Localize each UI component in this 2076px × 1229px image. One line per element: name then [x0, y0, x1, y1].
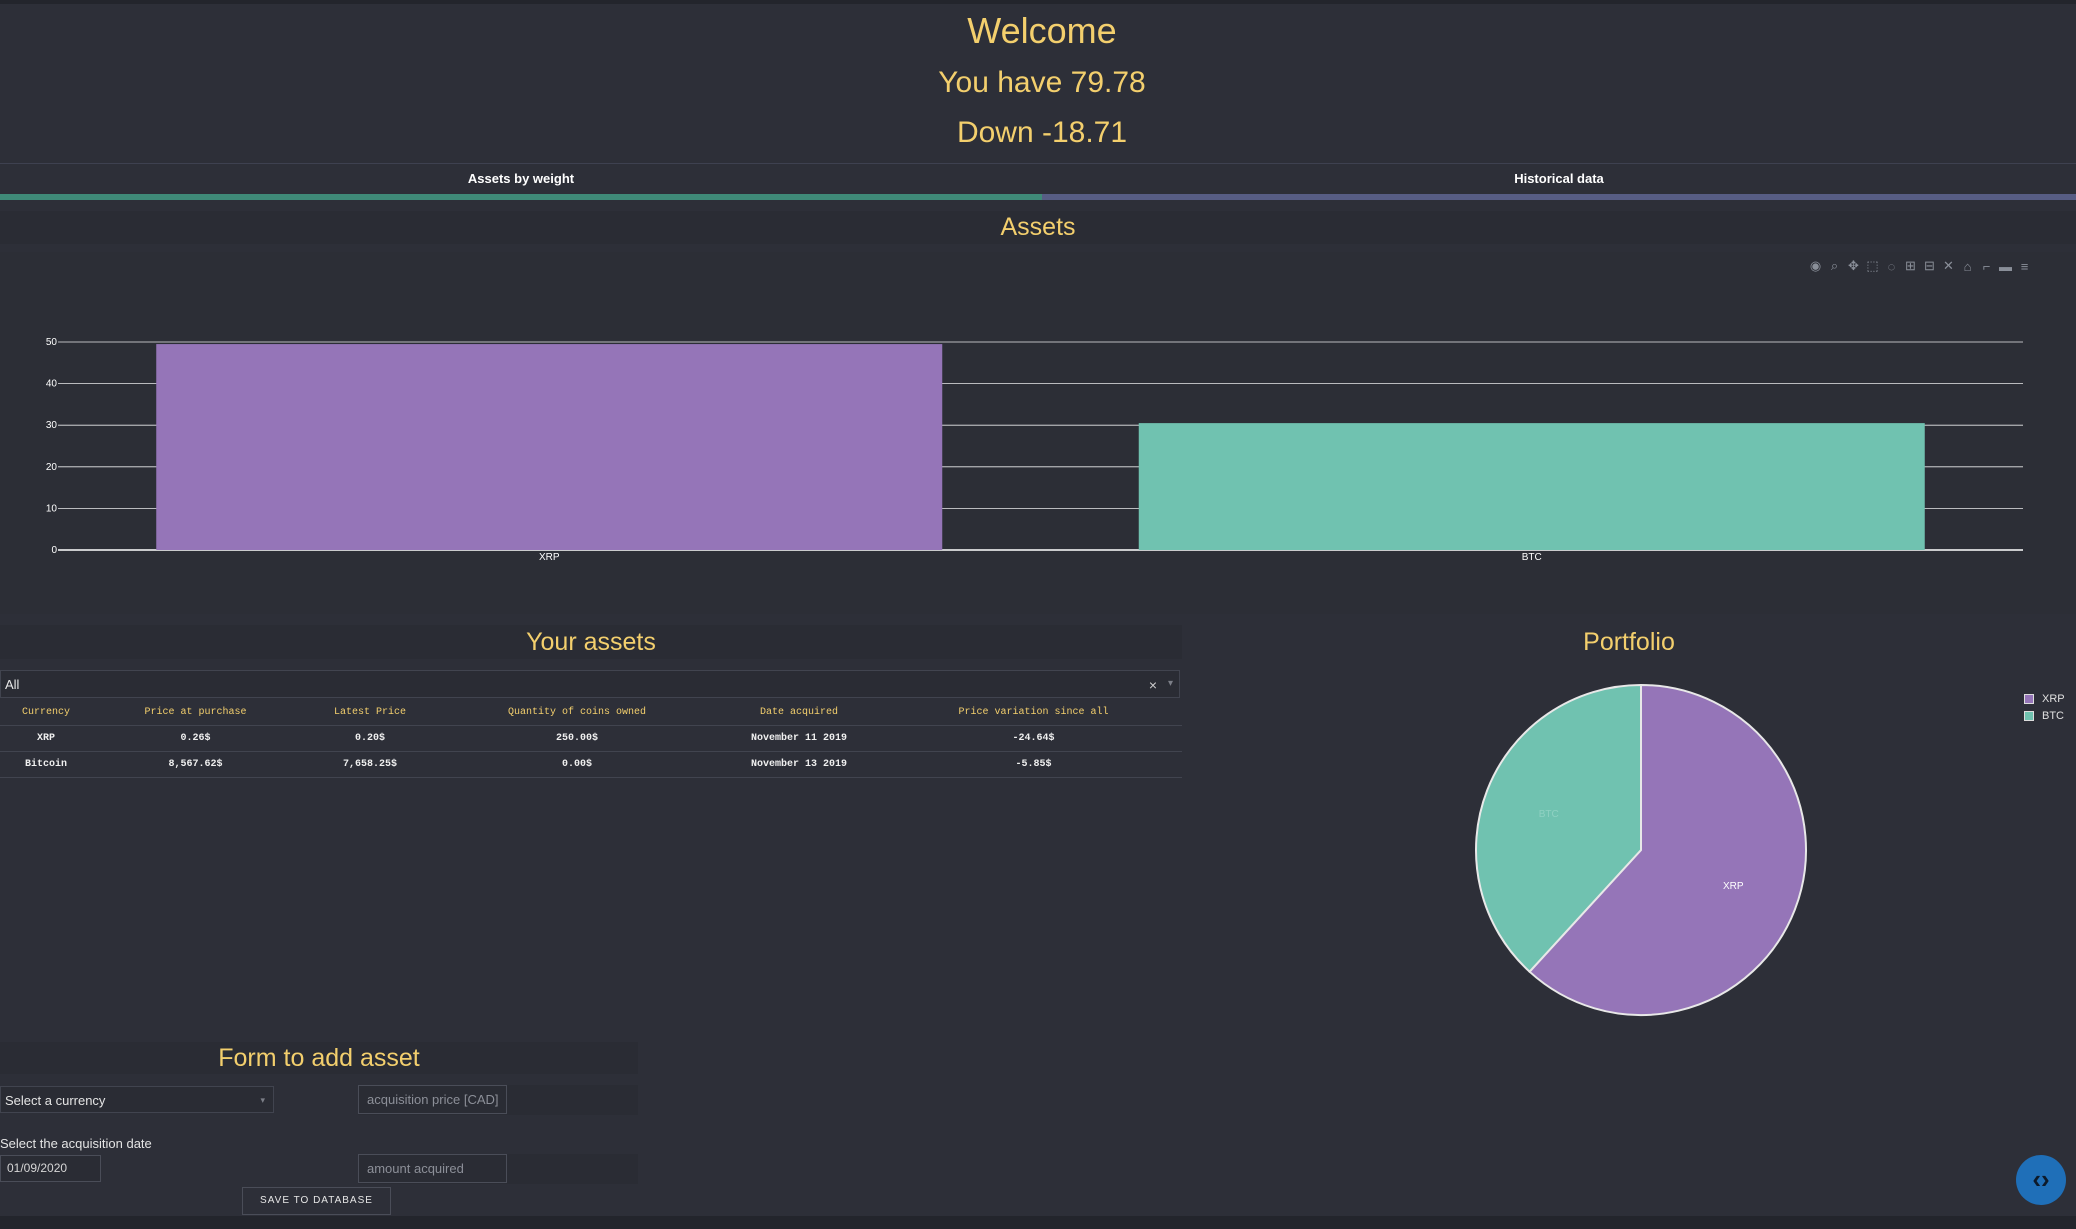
camera-icon[interactable]: ◉ — [1808, 258, 1823, 274]
home-icon[interactable]: ⌂ — [1960, 259, 1975, 274]
lasso-icon[interactable]: ◌ — [1884, 259, 1899, 274]
tab-label: Historical data — [1514, 171, 1604, 186]
portfolio-pie-chart: XRP BTC — [1475, 683, 1807, 1016]
x-tick-label: BTC — [1522, 552, 1542, 563]
hover-closest-icon[interactable]: ▬ — [1998, 259, 2013, 274]
table-cell: -5.85$ — [885, 751, 1182, 778]
table-row[interactable]: XRP 0.26$ 0.20$ 250.00$ November 11 2019… — [0, 725, 1182, 752]
column-header: Date acquired — [713, 700, 885, 726]
assets-title: Assets — [0, 211, 2076, 244]
table-cell: 7,658.25$ — [299, 751, 441, 778]
box-select-icon[interactable]: ⬚ — [1865, 258, 1880, 274]
chart-modebar: ◉ ⌕ ✥ ⬚ ◌ ⊞ ⊟ ✕ ⌂ ⌐ ▬ ≡ — [1808, 256, 2032, 276]
legend-item[interactable]: XRP — [2024, 690, 2065, 707]
assets-table: Currency Price at purchase Latest Price … — [0, 700, 1182, 778]
y-tick-label: 50 — [46, 337, 58, 348]
form-title: Form to add asset — [0, 1042, 638, 1074]
zoom-out-icon[interactable]: ⊟ — [1922, 258, 1937, 274]
spike-icon[interactable]: ⌐ — [1979, 259, 1994, 274]
your-assets-title: Your assets — [0, 625, 1182, 659]
legend-swatch — [2024, 710, 2034, 721]
filter-value: All — [5, 677, 20, 692]
autoscale-icon[interactable]: ✕ — [1941, 258, 1956, 274]
acquisition-date-picker[interactable]: 01/09/2020 — [0, 1155, 101, 1182]
tab-assets-by-weight[interactable]: Assets by weight — [0, 164, 1042, 200]
table-cell: 250.00$ — [441, 725, 713, 752]
column-header: Currency — [0, 700, 92, 726]
chevron-down-icon[interactable]: ▾ — [1168, 678, 1173, 689]
chevron-down-icon: ▾ — [260, 1095, 265, 1105]
y-tick-label: 20 — [46, 462, 58, 473]
tab-bar: Assets by weight Historical data — [0, 164, 2076, 200]
x-tick-label: XRP — [539, 552, 560, 563]
currency-select[interactable]: Select a currency ▾ — [0, 1086, 274, 1113]
pie-label: BTC — [1539, 809, 1559, 820]
bottom-border — [0, 1216, 2076, 1229]
legend-swatch — [2024, 693, 2034, 704]
table-cell: Bitcoin — [0, 751, 92, 778]
table-header-row: Currency Price at purchase Latest Price … — [0, 700, 1182, 726]
table-cell: XRP — [0, 725, 92, 752]
pie-label: XRP — [1723, 881, 1744, 892]
y-tick-label: 0 — [51, 545, 57, 556]
change-text: Down -18.71 — [956, 116, 1128, 149]
welcome-title: Welcome — [967, 10, 1117, 51]
column-header: Quantity of coins owned — [441, 700, 713, 726]
table-cell: November 13 2019 — [713, 751, 885, 778]
column-header: Latest Price — [299, 700, 441, 726]
y-tick-label: 30 — [46, 420, 58, 431]
pie-legend: XRP BTC — [2024, 690, 2065, 724]
table-cell: 0.20$ — [299, 725, 441, 752]
y-tick-label: 40 — [46, 379, 58, 390]
table-cell: 0.00$ — [441, 751, 713, 778]
pan-icon[interactable]: ✥ — [1846, 258, 1861, 274]
table-row[interactable]: Bitcoin 8,567.62$ 7,658.25$ 0.00$ Novemb… — [0, 751, 1182, 778]
bar-xrp — [156, 344, 943, 550]
tab-indicator — [0, 194, 1042, 200]
currency-select-value: Select a currency — [5, 1093, 106, 1108]
balance-text: You have 79.78 — [938, 66, 1146, 99]
zoom-in-icon[interactable]: ⊞ — [1903, 258, 1918, 274]
tab-label: Assets by weight — [467, 171, 575, 186]
acquisition-price-input[interactable] — [358, 1085, 507, 1114]
column-header: Price at purchase — [92, 700, 299, 726]
assets-bar-chart: 0 10 20 30 40 50 XRP BTC — [0, 252, 2076, 614]
hover-compare-icon[interactable]: ≡ — [2017, 259, 2032, 274]
tab-historical-data[interactable]: Historical data — [1042, 164, 2076, 200]
legend-item[interactable]: BTC — [2024, 707, 2065, 724]
dev-tools-icon[interactable]: ‹› — [2016, 1155, 2066, 1205]
legend-label: BTC — [2042, 709, 2064, 722]
amount-acquired-input[interactable] — [358, 1154, 507, 1183]
header: Welcome You have 79.78 Down -18.71 — [0, 4, 2076, 164]
currency-filter-dropdown[interactable]: All × ▾ — [0, 670, 1180, 698]
table-cell: 0.26$ — [92, 725, 299, 752]
table-cell: -24.64$ — [885, 725, 1182, 752]
clear-icon[interactable]: × — [1149, 677, 1157, 693]
table-cell: 8,567.62$ — [92, 751, 299, 778]
table-cell: November 11 2019 — [713, 725, 885, 752]
tab-indicator — [1042, 194, 2076, 200]
y-tick-label: 10 — [46, 503, 58, 514]
bar-btc — [1138, 423, 1925, 550]
bar-chart-svg: 0 10 20 30 40 50 XRP BTC — [46, 337, 2023, 563]
column-header: Price variation since all — [885, 700, 1182, 726]
save-to-database-button[interactable]: SAVE TO DATABASE — [242, 1187, 391, 1215]
acquisition-date-label: Select the acquisition date — [0, 1136, 152, 1151]
zoom-icon[interactable]: ⌕ — [1827, 258, 1842, 274]
legend-label: XRP — [2042, 692, 2065, 705]
